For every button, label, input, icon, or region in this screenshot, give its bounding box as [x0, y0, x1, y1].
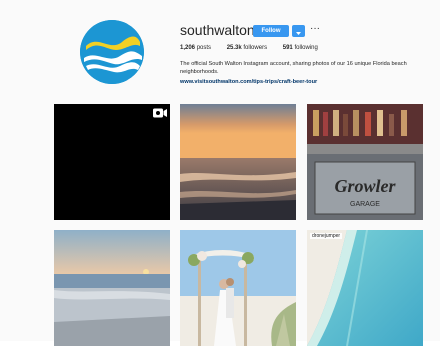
profile-website-link[interactable]: www.visitsouthwalton.com/tips-trips/craf… — [180, 79, 317, 85]
post-image — [54, 230, 170, 346]
post-tile[interactable] — [54, 104, 170, 220]
suggestions-dropdown-button[interactable] — [292, 25, 305, 37]
svg-text:Growler: Growler — [334, 176, 396, 196]
post-image — [307, 230, 423, 346]
profile-avatar[interactable] — [80, 20, 144, 84]
south-walton-logo-icon — [80, 20, 144, 84]
profile-username: southwalton — [180, 22, 255, 38]
video-camera-icon — [153, 108, 167, 118]
follow-button[interactable]: Follow — [253, 25, 289, 37]
post-tile[interactable] — [54, 230, 170, 346]
post-tile[interactable]: dronejumper — [307, 230, 423, 346]
followers-stat[interactable]: 25.3k followers — [227, 45, 269, 51]
chevron-down-icon — [296, 31, 301, 35]
post-tile[interactable]: Growler GARAGE — [307, 104, 423, 220]
followers-label: followers — [243, 45, 268, 51]
post-tile[interactable] — [180, 230, 296, 346]
profile-page: southwalton Follow ··· 1,206 posts 25.3k… — [0, 0, 440, 346]
post-image — [180, 104, 296, 220]
profile-stats: 1,206 posts 25.3k followers 591 followin… — [180, 45, 332, 51]
posts-label: posts — [196, 45, 212, 51]
followers-count: 25.3k — [226, 45, 242, 51]
following-stat[interactable]: 591 following — [283, 45, 318, 51]
profile-bio: The official South Walton Instagram acco… — [180, 61, 407, 75]
posts-stat: 1,206 posts — [180, 45, 213, 51]
svg-text:GARAGE: GARAGE — [350, 201, 380, 208]
more-options-button[interactable]: ··· — [308, 22, 322, 36]
following-label: following — [294, 45, 318, 51]
post-tile[interactable] — [180, 104, 296, 220]
post-image — [54, 104, 170, 220]
following-count: 591 — [282, 45, 293, 51]
photo-tag[interactable]: dronejumper — [310, 233, 343, 239]
post-image — [180, 230, 296, 346]
post-image: Growler GARAGE — [307, 104, 423, 220]
posts-count: 1,206 — [180, 45, 196, 51]
